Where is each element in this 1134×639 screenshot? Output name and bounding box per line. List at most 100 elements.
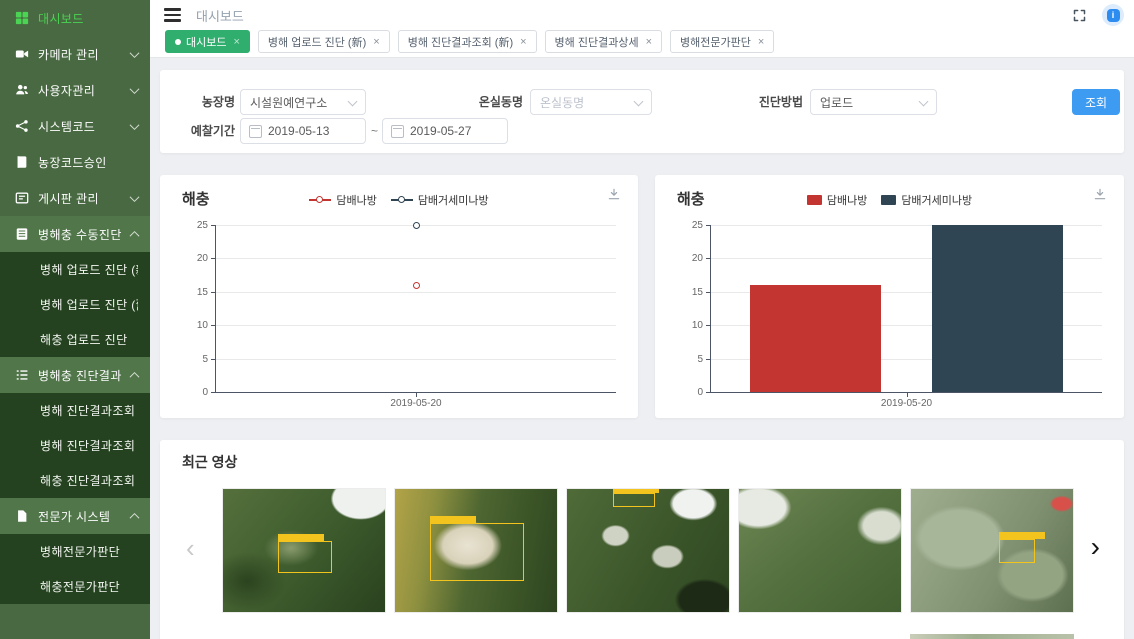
gridline (216, 258, 616, 259)
sidebar-item-label: 병해충 진단결과 (38, 367, 127, 384)
sidebar-subitem[interactable]: 병해전문가판단 (0, 534, 150, 569)
y-tick (211, 225, 215, 226)
recent-photo[interactable] (394, 488, 558, 613)
sidebar-subitem-label: 해충 업로드 진단 (40, 331, 138, 348)
sidebar-item[interactable]: 대시보드 (0, 0, 150, 36)
y-tick-label: 10 (670, 320, 703, 331)
y-tick (706, 325, 710, 326)
y-tick (706, 359, 710, 360)
annotation-label (278, 534, 324, 541)
sidebar-submenu: 병해 업로드 진단 (新) 병해 업로드 진단 (舊) 해충 업로드 진단 (0, 252, 150, 357)
tab-close-icon[interactable]: × (373, 36, 379, 48)
pest-bar-chart-card: 해충 담배나방담배거세미나방 05101520252019-05-20 (655, 175, 1124, 418)
search-button[interactable]: 조회 (1072, 89, 1120, 115)
y-tick (706, 225, 710, 226)
recent-photo[interactable] (910, 488, 1074, 613)
sidebar-subitem[interactable]: 해충 진단결과조회 (0, 463, 150, 498)
period-end-input[interactable]: 2019-05-27 (382, 118, 508, 144)
filter-panel: 농장명 시설원예연구소 온실동명 온실동명 진단방법 업로드 조회 예찰기간 2… (160, 70, 1124, 153)
x-axis-label: 2019-05-20 (216, 398, 616, 409)
info-icon[interactable]: i (1102, 4, 1124, 26)
carousel-next-button[interactable]: › (1091, 533, 1100, 561)
tab-close-icon[interactable]: × (520, 36, 526, 48)
tab-active[interactable]: 대시보드× (165, 30, 250, 53)
chart-title: 해충 (182, 188, 210, 209)
manual-diagnosis-icon (14, 227, 29, 242)
y-tick-label: 25 (670, 220, 703, 231)
annotation-label (613, 488, 659, 493)
sidebar-subitem[interactable]: 해충 업로드 진단 (0, 322, 150, 357)
page-title: 대시보드 (196, 6, 244, 25)
tab[interactable]: 병해 진단결과상세× (545, 30, 662, 53)
greenhouse-placeholder: 온실동명 (540, 94, 584, 111)
topbar: 대시보드 i (150, 0, 1134, 30)
sidebar-subitem[interactable]: 병해 업로드 진단 (新) (0, 252, 150, 287)
chevron-down-icon (130, 48, 140, 58)
y-tick (706, 292, 710, 293)
farm-name-select[interactable]: 시설원예연구소 (240, 89, 366, 115)
sidebar-item[interactable]: 게시판 관리 (0, 180, 150, 216)
calendar-icon (391, 125, 404, 138)
recent-images-title: 최근 영상 (182, 452, 237, 472)
active-tab-dot (175, 39, 181, 45)
sidebar-submenu: 병해전문가판단해충전문가판단 (0, 534, 150, 604)
greenhouse-select[interactable]: 온실동명 (530, 89, 652, 115)
carousel-prev-button[interactable]: ‹ (186, 535, 195, 561)
diagnosis-method-label: 진단방법 (720, 89, 803, 115)
sidebar-submenu: 병해 진단결과조회 (新)병해 진단결과조회 (舊) 해충 진단결과조회 (0, 393, 150, 498)
x-tick (907, 393, 908, 397)
recent-photo[interactable] (222, 488, 386, 613)
sidebar-item[interactable]: 병해충 수동진단 (0, 216, 150, 252)
sidebar-subitem-label: 병해 업로드 진단 (新) (40, 261, 138, 278)
fullscreen-icon[interactable] (1072, 8, 1087, 23)
download-icon[interactable] (1093, 187, 1107, 206)
sidebar-item[interactable]: 사용자관리 (0, 72, 150, 108)
sidebar-menu: 대시보드카메라 관리사용자관리시스템코드농장코드승인게시판 관리병해충 수동진단… (0, 0, 150, 604)
sidebar-subitem[interactable]: 병해 업로드 진단 (舊) (0, 287, 150, 322)
y-tick (211, 359, 215, 360)
sidebar-subitem[interactable]: 병해 진단결과조회 (新) (0, 393, 150, 428)
sidebar-subitem[interactable]: 병해 진단결과조회 (舊) (0, 428, 150, 463)
recent-photo[interactable] (566, 488, 730, 613)
legend-item[interactable]: 담배거세미나방 (881, 192, 972, 208)
sidebar-item[interactable]: 카메라 관리 (0, 36, 150, 72)
annotation-box (613, 493, 655, 507)
tab[interactable]: 병해 업로드 진단 (新)× (258, 30, 390, 53)
tab-close-icon[interactable]: × (758, 36, 764, 48)
chevron-down-icon (130, 192, 140, 202)
legend-item[interactable]: 담배거세미나방 (391, 192, 489, 208)
period-start-input[interactable]: 2019-05-13 (240, 118, 366, 144)
info-icon-glyph: i (1107, 9, 1120, 22)
gridline (216, 325, 616, 326)
tab[interactable]: 병해 진단결과조회 (新)× (398, 30, 537, 53)
menu-toggle-icon[interactable] (164, 8, 181, 22)
board-icon (14, 191, 29, 206)
sidebar-item-label: 시스템코드 (38, 118, 127, 135)
y-tick (211, 258, 215, 259)
tab-close-icon[interactable]: × (646, 36, 652, 48)
annotation-box (999, 539, 1035, 563)
y-tick (706, 392, 710, 393)
y-tick-label: 0 (175, 387, 208, 398)
sidebar-item[interactable]: 병해충 진단결과 (0, 357, 150, 393)
download-icon[interactable] (607, 187, 621, 206)
sidebar-item[interactable]: 농장코드승인 (0, 144, 150, 180)
tab-close-icon[interactable]: × (233, 36, 239, 48)
y-tick-label: 15 (670, 287, 703, 298)
recent-photo[interactable] (738, 488, 902, 613)
sidebar-item[interactable]: 전문가 시스템 (0, 498, 150, 534)
sidebar-item[interactable]: 시스템코드 (0, 108, 150, 144)
legend-item[interactable]: 담배나방 (309, 192, 376, 208)
system-code-icon (14, 119, 29, 134)
tab[interactable]: 병해전문가판단× (670, 30, 774, 53)
annotation-label (999, 532, 1045, 539)
sidebar-subitem[interactable]: 해충전문가판단 (0, 569, 150, 604)
recent-photo-partial[interactable] (910, 634, 1074, 639)
diagnosis-method-select[interactable]: 업로드 (810, 89, 937, 115)
legend-label: 담배나방 (827, 192, 867, 208)
chevron-up-icon (130, 512, 140, 522)
sidebar-item-label: 농장코드승인 (38, 154, 138, 171)
sidebar-subitem-label: 해충 진단결과조회 (40, 472, 138, 489)
chevron-down-icon (348, 97, 358, 107)
legend-item[interactable]: 담배나방 (807, 192, 867, 208)
